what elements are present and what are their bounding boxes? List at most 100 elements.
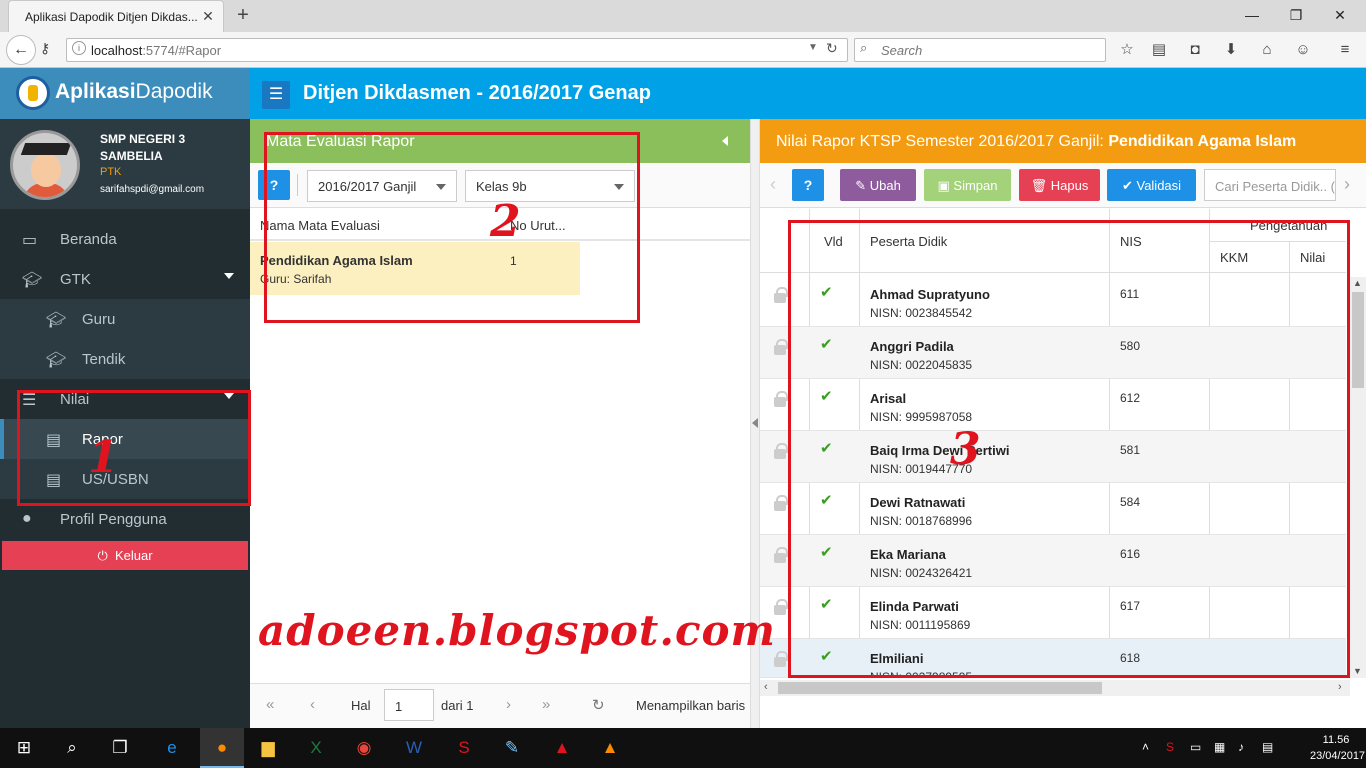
sidebar-item-tendik[interactable]: 🎓︎ Tendik <box>0 339 250 379</box>
collapse-left-icon[interactable] <box>722 136 728 146</box>
battery-icon[interactable]: ▭ <box>1190 740 1201 754</box>
notification-icon[interactable]: ▤ <box>1262 740 1273 754</box>
annotation-number-2: 2 <box>490 196 521 247</box>
peserta-search-placeholder: Cari Peserta Didik.. (N <box>1215 179 1336 194</box>
lock-icon <box>774 547 788 563</box>
sidebar-item-gtk[interactable]: 🎓︎ GTK <box>0 259 250 299</box>
simpan-label: Simpan <box>953 178 998 193</box>
browser-tab[interactable]: Aplikasi Dapodik Ditjen Dikdas... <box>8 0 224 32</box>
validasi-button[interactable]: ✔ Validasi <box>1107 169 1196 201</box>
hapus-button[interactable]: 🗑︎ Hapus <box>1019 169 1100 201</box>
scroll-down-icon[interactable]: ▼ <box>1353 666 1362 676</box>
tut-wuri-logo-icon <box>16 76 50 110</box>
minimize-icon[interactable]: — <box>1230 2 1274 28</box>
maximize-icon[interactable]: ❐ <box>1274 2 1318 28</box>
scroll-left-icon[interactable]: ‹ <box>770 174 776 195</box>
search-icon[interactable]: ⌕ <box>54 732 90 764</box>
refresh-icon[interactable]: ↻ <box>592 696 605 714</box>
tray-chevron-icon[interactable]: ˄ <box>1142 740 1149 754</box>
task-view-icon[interactable]: ❐ <box>102 732 138 764</box>
hscroll-left-icon[interactable]: ‹ <box>764 681 768 693</box>
monitor-icon: ▭ <box>22 232 38 249</box>
brand-light: Dapodik <box>135 80 213 103</box>
last-page-icon[interactable]: » <box>542 696 550 713</box>
ubah-button[interactable]: ✎ Ubah <box>840 169 916 201</box>
sidebar-item-guru[interactable]: 🎓︎ Guru <box>0 299 250 339</box>
sidebar-item-label: Beranda <box>60 231 117 248</box>
url-dropdown-icon[interactable]: ▼ <box>808 42 818 53</box>
scroll-right-icon[interactable]: › <box>1344 174 1350 195</box>
windows-start-icon[interactable]: ⊞ <box>6 732 42 764</box>
right-panel-header: Nilai Rapor KTSP Semester 2016/2017 Ganj… <box>760 119 1366 163</box>
download-icon[interactable]: ⬇ <box>1220 39 1242 61</box>
site-info-icon[interactable]: i <box>72 41 86 55</box>
excel-icon[interactable]: X <box>298 732 334 764</box>
annotation-box-2 <box>264 132 640 323</box>
pocket-icon[interactable]: ◘ <box>1184 39 1206 61</box>
address-bar[interactable]: localhost:5774/#Rapor <box>66 38 848 62</box>
pager-info: Menampilkan baris <box>636 698 746 713</box>
graduation-cap-icon: 🎓︎ <box>46 312 67 329</box>
reading-list-icon[interactable]: ▤ <box>1148 39 1170 61</box>
back-arrow-icon[interactable]: ← <box>6 35 36 65</box>
logout-label: Keluar <box>114 548 153 563</box>
page-number-value: 1 <box>395 699 403 714</box>
network-icon[interactable]: ▦ <box>1214 740 1225 754</box>
ubah-label: Ubah <box>869 178 901 193</box>
next-page-icon[interactable]: › <box>506 696 511 713</box>
volume-icon[interactable]: ♪ <box>1238 740 1244 754</box>
first-page-icon[interactable]: « <box>266 696 274 713</box>
logout-button[interactable]: ⏻ Keluar <box>2 541 248 570</box>
school-name: SMP NEGERI 3 SAMBELIA <box>100 132 186 163</box>
horizontal-scroll-thumb[interactable] <box>778 682 1102 694</box>
browser-search-input[interactable]: Search <box>854 38 1106 62</box>
annotation-box-1 <box>17 390 251 506</box>
hapus-label: Hapus <box>1050 178 1089 193</box>
reload-icon[interactable]: ↻ <box>826 40 838 57</box>
bookmark-star-icon[interactable]: ☆ <box>1116 39 1138 61</box>
page-number-input[interactable]: 1 <box>384 689 434 721</box>
splitter-arrow-icon[interactable] <box>752 418 758 428</box>
peserta-search-input[interactable]: Cari Peserta Didik.. (N <box>1204 169 1336 201</box>
word-icon[interactable]: W <box>396 732 432 764</box>
vlc-icon[interactable]: ▲ <box>592 732 628 764</box>
firefox-icon[interactable]: ● <box>204 732 240 764</box>
clock[interactable]: 11.56 23/04/2017 <box>1310 732 1366 764</box>
prev-page-icon[interactable]: ‹ <box>310 696 315 713</box>
paint-icon[interactable]: ✎ <box>494 732 530 764</box>
pdf-icon[interactable]: ▲ <box>544 732 580 764</box>
tray-s-icon[interactable]: S <box>1166 740 1174 754</box>
pager-hal-label: Hal <box>351 698 371 713</box>
lock-icon <box>774 651 788 667</box>
annotation-number-3: 3 <box>950 424 981 475</box>
window-close-icon[interactable]: ✕ <box>1318 2 1362 28</box>
edge-icon[interactable]: e <box>154 732 190 764</box>
lock-icon <box>774 287 788 303</box>
hello-icon[interactable]: ☺ <box>1292 39 1314 61</box>
app-title: Ditjen Dikdasmen - 2016/2017 Genap <box>303 82 651 104</box>
clock-date: 23/04/2017 <box>1310 750 1366 762</box>
annotation-box-3 <box>788 220 1350 678</box>
sidebar-toggle-icon[interactable]: ☰ <box>262 81 290 109</box>
new-tab-icon[interactable]: + <box>232 4 254 26</box>
chrome-icon[interactable]: ◉ <box>346 732 382 764</box>
file-explorer-icon[interactable]: ▆ <box>250 732 286 764</box>
app-s-icon[interactable]: S <box>446 732 482 764</box>
tab-close-icon[interactable]: ✕ <box>198 6 218 26</box>
lock-icon <box>774 495 788 511</box>
home-icon[interactable]: ⌂ <box>1256 39 1278 61</box>
simpan-button[interactable]: ▣ Simpan <box>924 169 1011 201</box>
avatar <box>10 130 80 200</box>
question-icon: ? <box>803 177 813 193</box>
hamburger-menu-icon[interactable]: ≡ <box>1334 39 1356 61</box>
scroll-up-icon[interactable]: ▲ <box>1353 278 1362 288</box>
lock-icon <box>774 339 788 355</box>
sidebar-item-label: Guru <box>82 311 116 328</box>
help-button-right[interactable]: ? <box>792 169 824 201</box>
watermark-text: adoeen.blogspot.com <box>258 606 776 655</box>
vertical-scroll-thumb[interactable] <box>1352 292 1364 388</box>
sidebar-item-beranda[interactable]: ▭ Beranda <box>0 219 250 259</box>
hscroll-right-icon[interactable]: › <box>1338 681 1342 693</box>
lock-icon <box>774 391 788 407</box>
url-path: :5774/#Rapor <box>142 43 222 58</box>
